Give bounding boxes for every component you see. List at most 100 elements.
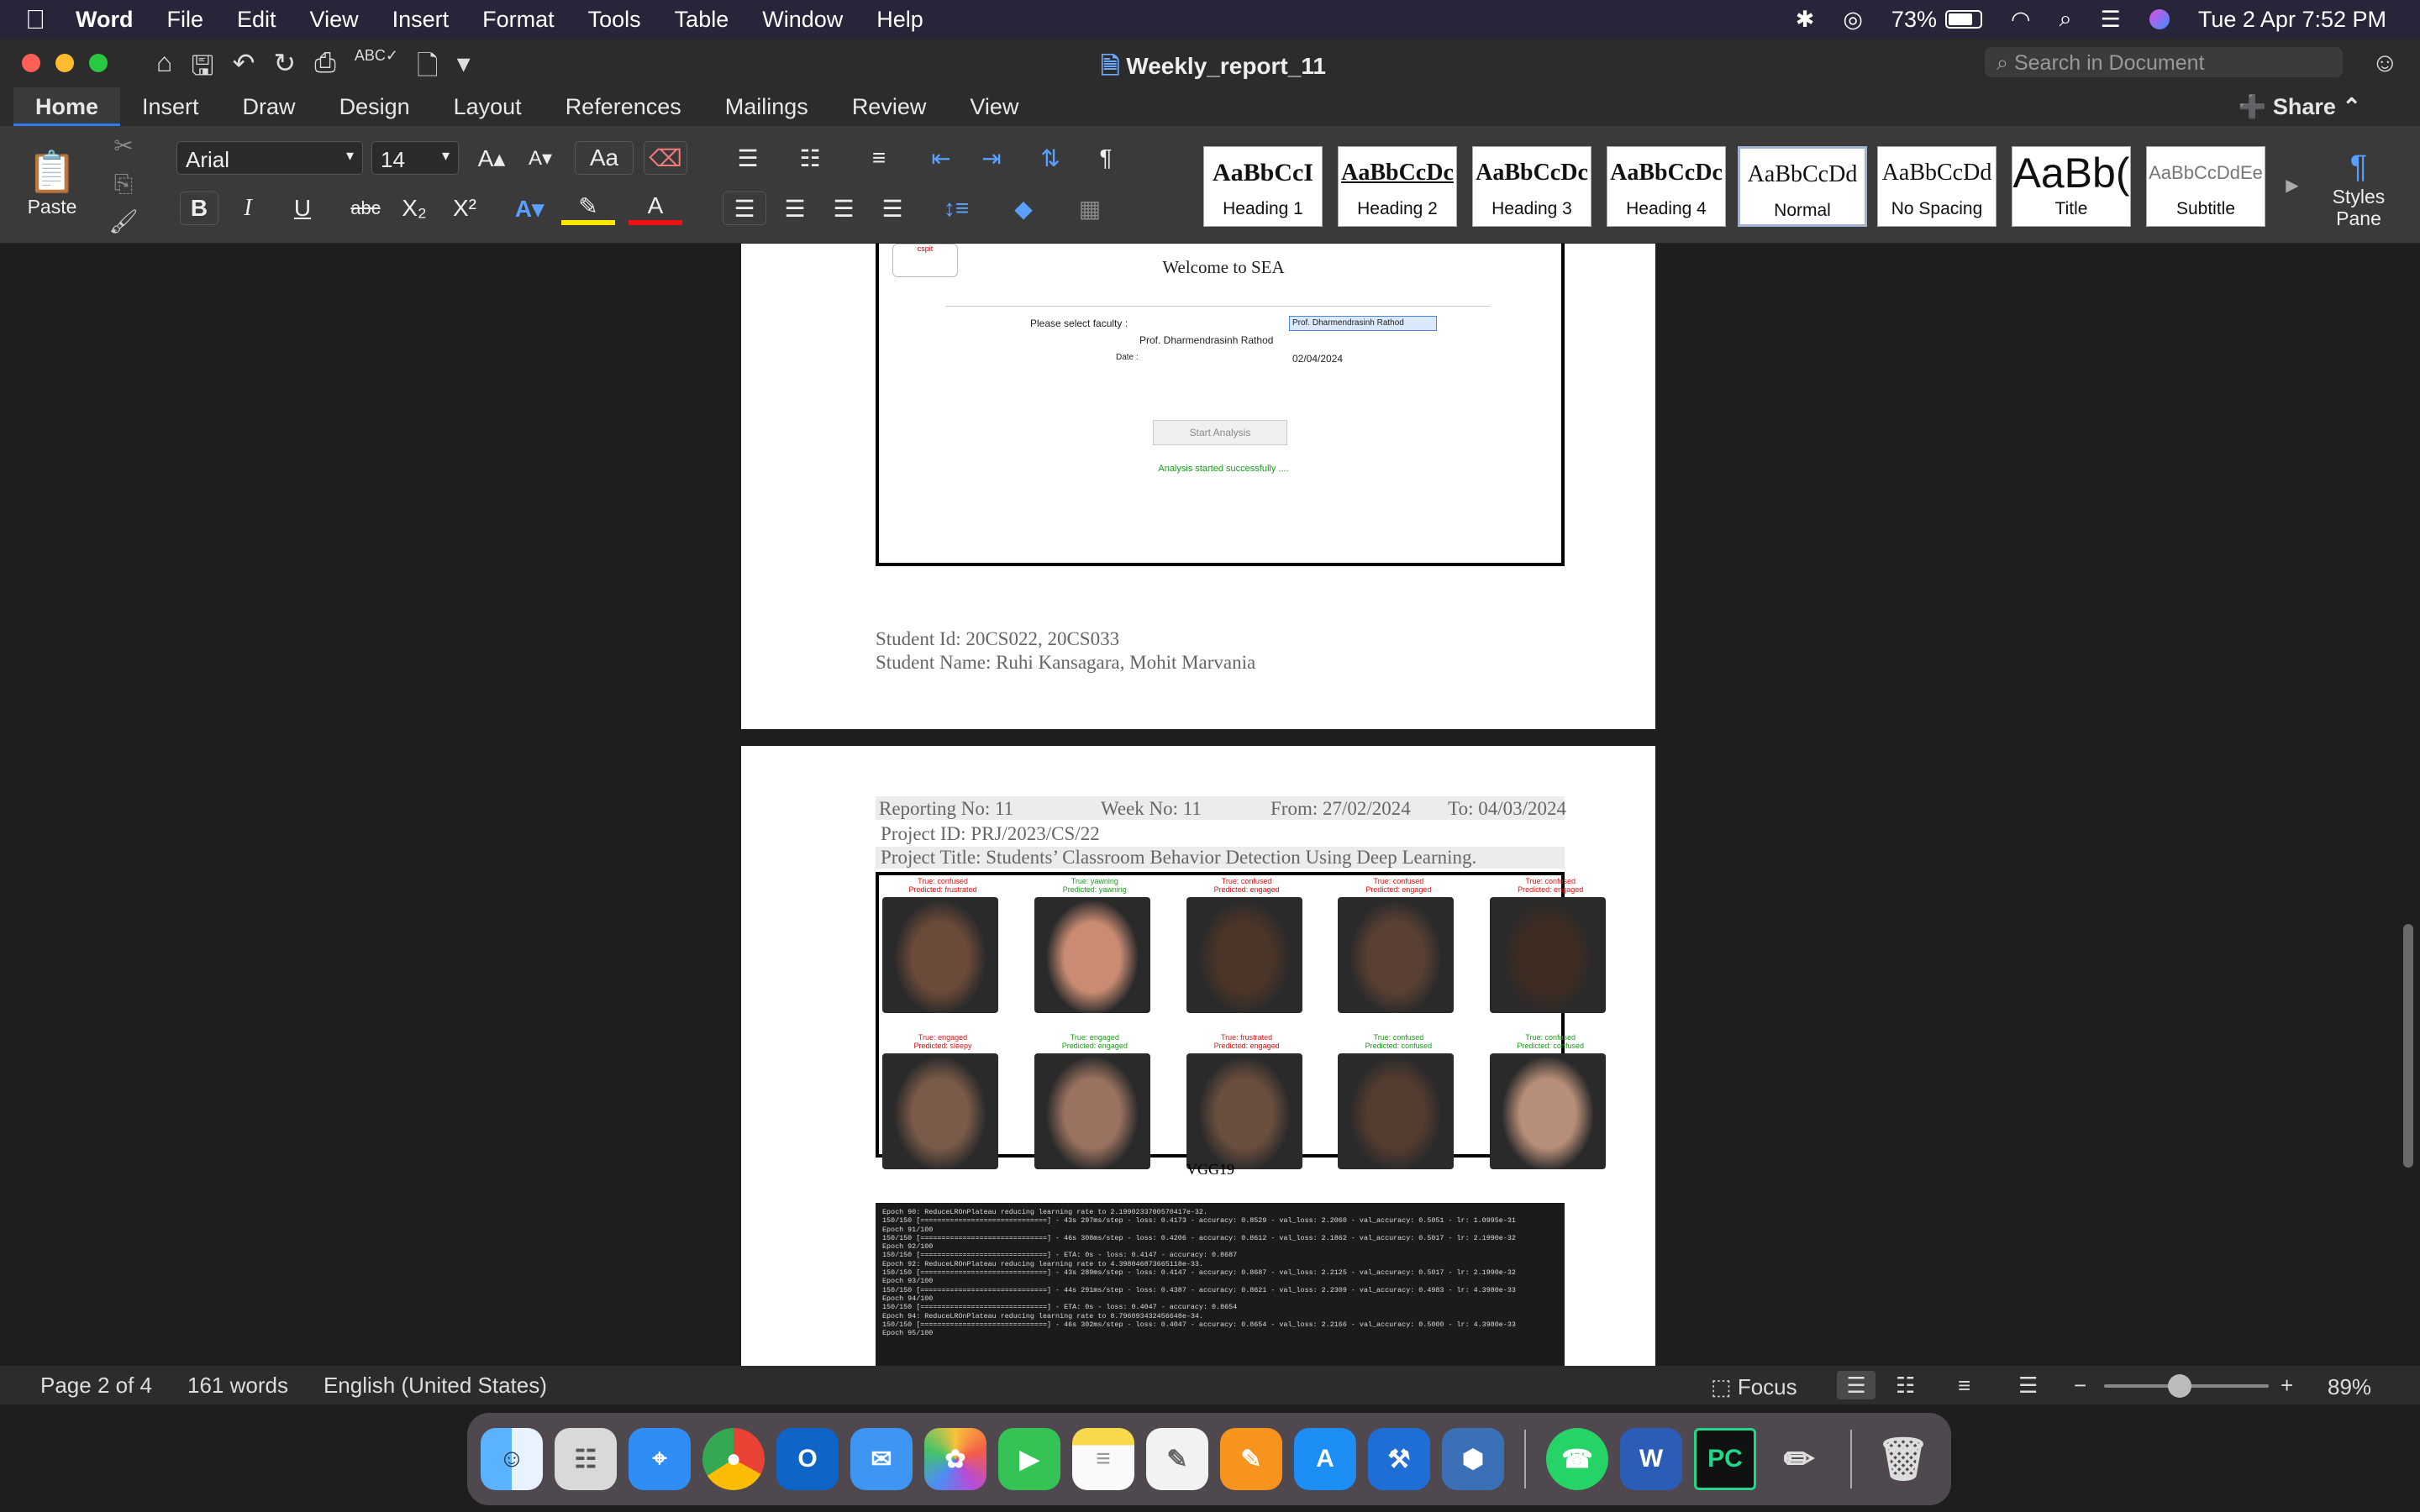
textedit-icon[interactable]: ✎ [1146, 1428, 1208, 1490]
launchpad-icon[interactable]: ☷ [555, 1428, 617, 1490]
align-left-icon[interactable]: ☰ [723, 192, 766, 225]
share-button[interactable]: ➕ Share ⌃ [2238, 87, 2361, 126]
print-layout-icon[interactable]: ☰ [1837, 1371, 1876, 1399]
zoom-in-icon[interactable]: + [2281, 1373, 2293, 1399]
trash-icon[interactable]: 🗑 [1872, 1428, 1934, 1490]
change-case-icon[interactable]: Aa [575, 141, 634, 175]
style-normal[interactable]: AaBbCcDd Normal [1738, 146, 1867, 227]
facetime-icon[interactable]: ▶ [998, 1428, 1060, 1490]
font-name-select[interactable]: Arial ▾ [176, 141, 363, 175]
minimize-window-button[interactable] [55, 54, 74, 72]
collapse-ribbon-icon[interactable]: ⌃ [2342, 94, 2361, 119]
siri-icon[interactable] [2149, 9, 2170, 29]
finder-icon[interactable]: ☺ [481, 1428, 543, 1490]
photos-icon[interactable]: ✿ [924, 1428, 986, 1490]
menu-window[interactable]: Window [762, 7, 843, 33]
numbering-icon[interactable]: ☷ [785, 141, 835, 175]
battery-icon[interactable] [1944, 10, 1982, 29]
document-page-1[interactable]: cspit Welcome to SEA Please select facul… [741, 244, 1655, 729]
focus-button[interactable]: ⬚ Focus [1711, 1374, 1797, 1400]
word-icon[interactable]: W [1620, 1428, 1682, 1490]
apple-icon[interactable]:  [25, 4, 76, 35]
chrome-icon[interactable]: ● [702, 1428, 765, 1490]
outlook-icon[interactable]: O [776, 1428, 839, 1490]
menu-edit[interactable]: Edit [237, 7, 276, 33]
multilevel-list-icon[interactable]: ≡ [849, 141, 909, 175]
word-count[interactable]: 161 words [187, 1373, 288, 1399]
zoom-out-icon[interactable]: − [2074, 1373, 2086, 1399]
wifi-icon[interactable]: ◠ [2011, 7, 2031, 33]
web-layout-icon[interactable]: ☷ [1896, 1373, 1915, 1399]
style-no-spacing[interactable]: AaBbCcDd No Spacing [1877, 146, 1996, 227]
line-spacing-icon[interactable]: ↕≡ [929, 192, 983, 225]
styles-pane-button[interactable]: ¶ Styles Pane [2312, 143, 2405, 235]
xcode-icon[interactable]: ⚒ [1368, 1428, 1430, 1490]
spelling-icon[interactable]: ABC✓ [355, 47, 398, 92]
home-icon[interactable]: ⌂ [156, 47, 172, 92]
text-effects-icon[interactable]: A▾ [504, 192, 555, 225]
search-document-input[interactable]: ⌕ Search in Document [1985, 47, 2343, 77]
style-subtitle[interactable]: AaBbCcDdEe Subtitle [2146, 146, 2265, 227]
zoom-level[interactable]: 89% [2328, 1374, 2371, 1400]
tab-review[interactable]: Review [830, 87, 949, 126]
new-document-icon[interactable]: 🗋 [417, 47, 439, 92]
whatsapp-icon[interactable]: ☎ [1546, 1428, 1608, 1490]
menubar-clock[interactable]: Tue 2 Apr 7:52 PM [2198, 7, 2386, 33]
subscript-button[interactable]: X₂ [395, 192, 434, 225]
bullets-icon[interactable]: ☰ [723, 141, 773, 175]
borders-icon[interactable]: ▦ [1060, 192, 1119, 225]
sort-icon[interactable]: ⇅ [1028, 141, 1072, 175]
app-store-icon[interactable]: A [1294, 1428, 1356, 1490]
tab-insert[interactable]: Insert [120, 87, 221, 126]
tab-mailings[interactable]: Mailings [703, 87, 830, 126]
menu-file[interactable]: File [167, 7, 204, 33]
shading-icon[interactable]: ◆ [997, 192, 1050, 225]
superscript-button[interactable]: X² [445, 192, 484, 225]
menu-format[interactable]: Format [482, 7, 555, 33]
document-canvas[interactable]: cspit Welcome to SEA Please select facul… [0, 244, 2420, 1366]
style-heading-3[interactable]: AaBbCcDc Heading 3 [1472, 146, 1591, 227]
paste-button[interactable]: 📋 Paste [18, 134, 86, 232]
menu-tools[interactable]: Tools [588, 7, 641, 33]
redo-icon[interactable]: ↻ [273, 47, 296, 92]
styles-gallery-next-icon[interactable]: ▶ [2277, 168, 2307, 202]
style-heading-4[interactable]: AaBbCcDc Heading 4 [1607, 146, 1726, 227]
draft-view-icon[interactable]: ☰ [2018, 1373, 2038, 1399]
increase-indent-icon[interactable]: ⇥ [970, 141, 1013, 175]
zoom-slider[interactable] [2104, 1374, 2269, 1398]
undo-icon[interactable]: ↶ [233, 47, 255, 92]
grow-font-icon[interactable]: A▴ [471, 141, 513, 175]
tab-design[interactable]: Design [318, 87, 432, 126]
sea-screenshot-image[interactable]: cspit Welcome to SEA Please select facul… [876, 244, 1565, 566]
training-log-image[interactable]: Epoch 90: ReduceLROnPlateau reducing lea… [876, 1203, 1565, 1366]
shrink-font-icon[interactable]: A▾ [519, 141, 561, 175]
highlight-color-icon[interactable]: ✎ [561, 192, 615, 225]
start-analysis-button[interactable]: Start Analysis [1153, 420, 1287, 445]
close-window-button[interactable] [22, 54, 40, 72]
safari-icon[interactable]: ⌖ [629, 1428, 691, 1490]
strikethrough-button[interactable]: abc [343, 192, 388, 225]
font-color-icon[interactable]: A [629, 192, 682, 225]
italic-button[interactable]: I [229, 192, 267, 225]
outline-view-icon[interactable]: ≡ [1958, 1373, 1970, 1399]
document-page-2[interactable]: Reporting No: 11 Week No: 11 From: 27/02… [741, 746, 1655, 1366]
zoom-window-button[interactable] [89, 54, 108, 72]
menu-insert[interactable]: Insert [392, 7, 450, 33]
page-count[interactable]: Page 2 of 4 [40, 1373, 152, 1399]
faculty-select[interactable]: Prof. Dharmendrasinh Rathod [1289, 316, 1437, 331]
menu-table[interactable]: Table [675, 7, 729, 33]
tab-draw[interactable]: Draw [221, 87, 318, 126]
decrease-indent-icon[interactable]: ⇤ [919, 141, 963, 175]
style-heading-1[interactable]: AaBbCcI Heading 1 [1203, 146, 1323, 227]
cut-icon[interactable]: ✂ [109, 131, 138, 160]
language[interactable]: English (United States) [324, 1373, 547, 1399]
vertical-scrollbar[interactable] [2403, 924, 2413, 1168]
virtualbox-icon[interactable]: ⬢ [1442, 1428, 1504, 1490]
pycharm-icon[interactable]: PC [1694, 1428, 1756, 1490]
mail-icon[interactable]: ✉ [850, 1428, 913, 1490]
font-size-select[interactable]: 14 ▾ [371, 141, 459, 175]
notes-icon[interactable]: ≡ [1072, 1428, 1134, 1490]
pencil-app-icon[interactable]: ✏ [1768, 1428, 1830, 1490]
predictions-figure[interactable]: True: confused Predicted: frustrated True:… [876, 872, 1607, 1169]
print-icon[interactable]: ⎙ [314, 47, 336, 92]
